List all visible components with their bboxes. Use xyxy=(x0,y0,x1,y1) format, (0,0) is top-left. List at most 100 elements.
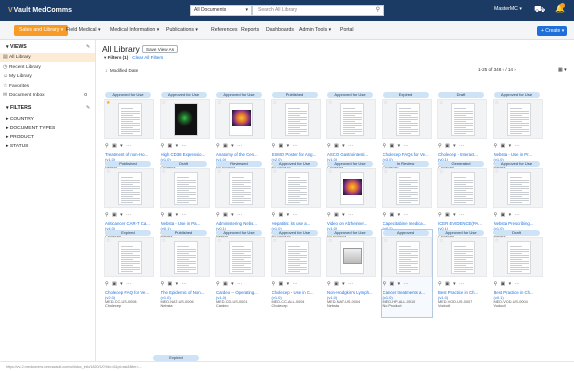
card-actions[interactable]: ⚲ ▣ ▾ ⋯ xyxy=(327,143,354,149)
favorite-star-icon[interactable]: ☆ xyxy=(384,169,388,175)
nav-item-portal[interactable]: Portal xyxy=(340,21,354,40)
favorite-star-icon[interactable]: ☆ xyxy=(273,100,277,106)
card-actions[interactable]: ⚲ ▣ ▾ ⋯ xyxy=(272,143,299,149)
card-actions[interactable]: ⚲ ▣ ▾ ⋯ xyxy=(494,212,521,218)
view-item[interactable]: ☆ Favorites xyxy=(0,82,95,91)
document-thumbnail[interactable]: ☆ xyxy=(270,99,321,139)
document-thumbnail[interactable]: ☆ xyxy=(437,237,487,277)
document-thumbnail[interactable]: ☆ xyxy=(326,99,376,139)
view-item[interactable]: ✉ Document Inbox 0 xyxy=(0,91,95,100)
document-thumbnail[interactable]: ☆ xyxy=(215,168,265,208)
user-menu[interactable]: MasterMC ▾ xyxy=(494,6,522,12)
document-thumbnail[interactable]: ☆ xyxy=(159,168,210,208)
document-thumbnail[interactable]: ☆ xyxy=(492,168,543,208)
favorite-star-icon[interactable]: ☆ xyxy=(495,238,499,244)
pagination[interactable]: 1-25 of 348 ‹ / 14 › xyxy=(478,67,516,72)
filters-heading[interactable]: ▾ FILTERS xyxy=(6,105,31,111)
favorite-star-icon[interactable]: ☆ xyxy=(273,169,277,175)
card-actions[interactable]: ⚲ ▣ ▾ ⋯ xyxy=(216,212,243,218)
favorite-star-icon[interactable]: ☆ xyxy=(439,238,443,244)
nav-item-references[interactable]: References xyxy=(211,21,238,40)
favorite-star-icon[interactable]: ☆ xyxy=(384,100,388,106)
document-card[interactable]: Draft ☆ ⚲ ▣ ▾ ⋯ Best Practice in Ch... (v0.1… xyxy=(492,230,543,317)
card-actions[interactable]: ⚲ ▣ ▾ ⋯ xyxy=(383,212,410,218)
document-thumbnail[interactable]: ☆ xyxy=(492,99,543,139)
card-actions[interactable]: ⚲ ▣ ▾ ⋯ xyxy=(327,212,354,218)
document-thumbnail[interactable]: ☆ xyxy=(159,99,210,139)
card-actions[interactable]: ⚲ ▣ ▾ ⋯ xyxy=(216,281,243,287)
nav-item-sales-and-library[interactable]: Sales and Library ▾ xyxy=(14,25,69,36)
document-thumbnail[interactable]: ☆ xyxy=(326,168,376,208)
favorite-star-icon[interactable]: ☆ xyxy=(162,100,166,106)
search-input[interactable]: Search All Library ⚲ xyxy=(252,5,384,16)
card-actions[interactable]: ⚲ ▣ ▾ ⋯ xyxy=(105,281,132,287)
favorite-star-icon[interactable]: ☆ xyxy=(273,238,277,244)
clear-filters-link[interactable]: Clear All Filters xyxy=(132,55,163,60)
favorite-star-icon[interactable]: ★ xyxy=(106,100,110,106)
document-thumbnail[interactable]: ☆ xyxy=(492,237,543,277)
cart-icon[interactable]: ⛟ xyxy=(534,4,545,16)
document-thumbnail[interactable]: ☆ xyxy=(215,237,265,277)
document-card[interactable]: Approved for Use ☆ ⚲ ▣ ▾ ⋯ Cardeo -- Operat… xyxy=(215,230,265,317)
document-thumbnail[interactable]: ☆ xyxy=(104,237,154,277)
card-actions[interactable]: ⚲ ▣ ▾ ⋯ xyxy=(161,281,188,287)
card-actions[interactable]: ⚲ ▣ ▾ ⋯ xyxy=(438,212,465,218)
card-actions[interactable]: ⚲ ▣ ▾ ⋯ xyxy=(383,143,410,149)
card-actions[interactable]: ⚲ ▣ ▾ ⋯ xyxy=(216,143,243,149)
document-thumbnail[interactable]: ☆ xyxy=(381,99,432,139)
document-card[interactable]: Expired ☆ ⚲ ▣ ▾ ⋯ Cholecep FAQ for Ve... (v2… xyxy=(104,230,154,317)
nav-item-reports[interactable]: Reports xyxy=(241,21,259,40)
document-thumbnail[interactable]: ☆ xyxy=(159,237,210,277)
nav-item-medical-information[interactable]: Medical Information ▾ xyxy=(110,21,159,40)
card-actions[interactable]: ⚲ ▣ ▾ ⋯ xyxy=(161,212,188,218)
sort-control[interactable]: ↓ Modified Date xyxy=(105,68,138,73)
document-thumbnail[interactable]: ★ xyxy=(104,99,154,139)
views-heading[interactable]: ▾ VIEWS xyxy=(6,44,27,50)
card-actions[interactable]: ⚲ ▣ ▾ ⋯ xyxy=(272,212,299,218)
search-icon[interactable]: ⚲ xyxy=(376,6,380,15)
card-actions[interactable]: ⚲ ▣ ▾ ⋯ xyxy=(383,281,410,287)
document-card[interactable]: Published ☆ ⚲ ▣ ▾ ⋯ The Epidemic of Non...(… xyxy=(159,230,210,317)
favorite-star-icon[interactable]: ☆ xyxy=(439,169,443,175)
favorite-star-icon[interactable]: ☆ xyxy=(217,100,221,106)
view-item[interactable]: ☺ My Library xyxy=(0,72,95,81)
create-button[interactable]: + Create ▾ xyxy=(537,26,567,36)
favorite-star-icon[interactable]: ☆ xyxy=(162,238,166,244)
nav-item-field-medical[interactable]: Field Medical ▾ xyxy=(66,21,101,40)
view-item[interactable]: ◷ Recent Library xyxy=(0,63,95,72)
document-thumbnail[interactable]: ☆ xyxy=(270,168,321,208)
facet-product[interactable]: ▸ PRODUCT xyxy=(6,134,34,140)
card-actions[interactable]: ⚲ ▣ ▾ ⋯ xyxy=(494,281,521,287)
favorite-star-icon[interactable]: ☆ xyxy=(439,100,443,106)
favorite-star-icon[interactable]: ☆ xyxy=(495,100,499,106)
edit-views-icon[interactable]: ✎ xyxy=(86,44,90,50)
document-thumbnail[interactable]: ☆ xyxy=(437,168,487,208)
document-thumbnail[interactable]: ☆ xyxy=(104,168,154,208)
save-view-button[interactable]: Save View As xyxy=(142,45,179,53)
document-thumbnail[interactable]: ☆ xyxy=(215,99,265,139)
facet-country[interactable]: ▸ COUNTRY xyxy=(6,116,34,122)
document-thumbnail[interactable]: ☆ xyxy=(326,237,376,277)
document-thumbnail[interactable]: ☆ xyxy=(437,99,487,139)
document-thumbnail[interactable]: ☆ xyxy=(381,237,432,277)
facet-document-types[interactable]: ▸ DOCUMENT TYPES xyxy=(6,125,55,131)
document-thumbnail[interactable]: ☆ xyxy=(381,168,432,208)
favorite-star-icon[interactable]: ☆ xyxy=(217,238,221,244)
favorite-star-icon[interactable]: ☆ xyxy=(162,169,166,175)
favorite-star-icon[interactable]: ☆ xyxy=(384,238,388,244)
facet-status[interactable]: ▸ STATUS xyxy=(6,143,28,149)
card-actions[interactable]: ⚲ ▣ ▾ ⋯ xyxy=(494,143,521,149)
favorite-star-icon[interactable]: ☆ xyxy=(328,238,332,244)
grid-view-icon[interactable]: ▦ ▾ xyxy=(558,67,567,73)
document-scope-select[interactable]: All Documents ▾ xyxy=(190,5,252,16)
nav-item-publications[interactable]: Publications ▾ xyxy=(166,21,198,40)
nav-item-admin-tools[interactable]: Admin Tools ▾ xyxy=(299,21,331,40)
favorite-star-icon[interactable]: ☆ xyxy=(106,169,110,175)
edit-filters-icon[interactable]: ✎ xyxy=(86,105,90,111)
document-thumbnail[interactable]: ☆ xyxy=(270,237,321,277)
card-actions[interactable]: ⚲ ▣ ▾ ⋯ xyxy=(438,143,465,149)
favorite-star-icon[interactable]: ☆ xyxy=(328,100,332,106)
card-actions[interactable]: ⚲ ▣ ▾ ⋯ xyxy=(105,143,132,149)
card-actions[interactable]: ⚲ ▣ ▾ ⋯ xyxy=(105,212,132,218)
document-card[interactable]: Approved for Use ☆ ⚲ ▣ ▾ ⋯ Best Practice in… xyxy=(437,230,487,317)
